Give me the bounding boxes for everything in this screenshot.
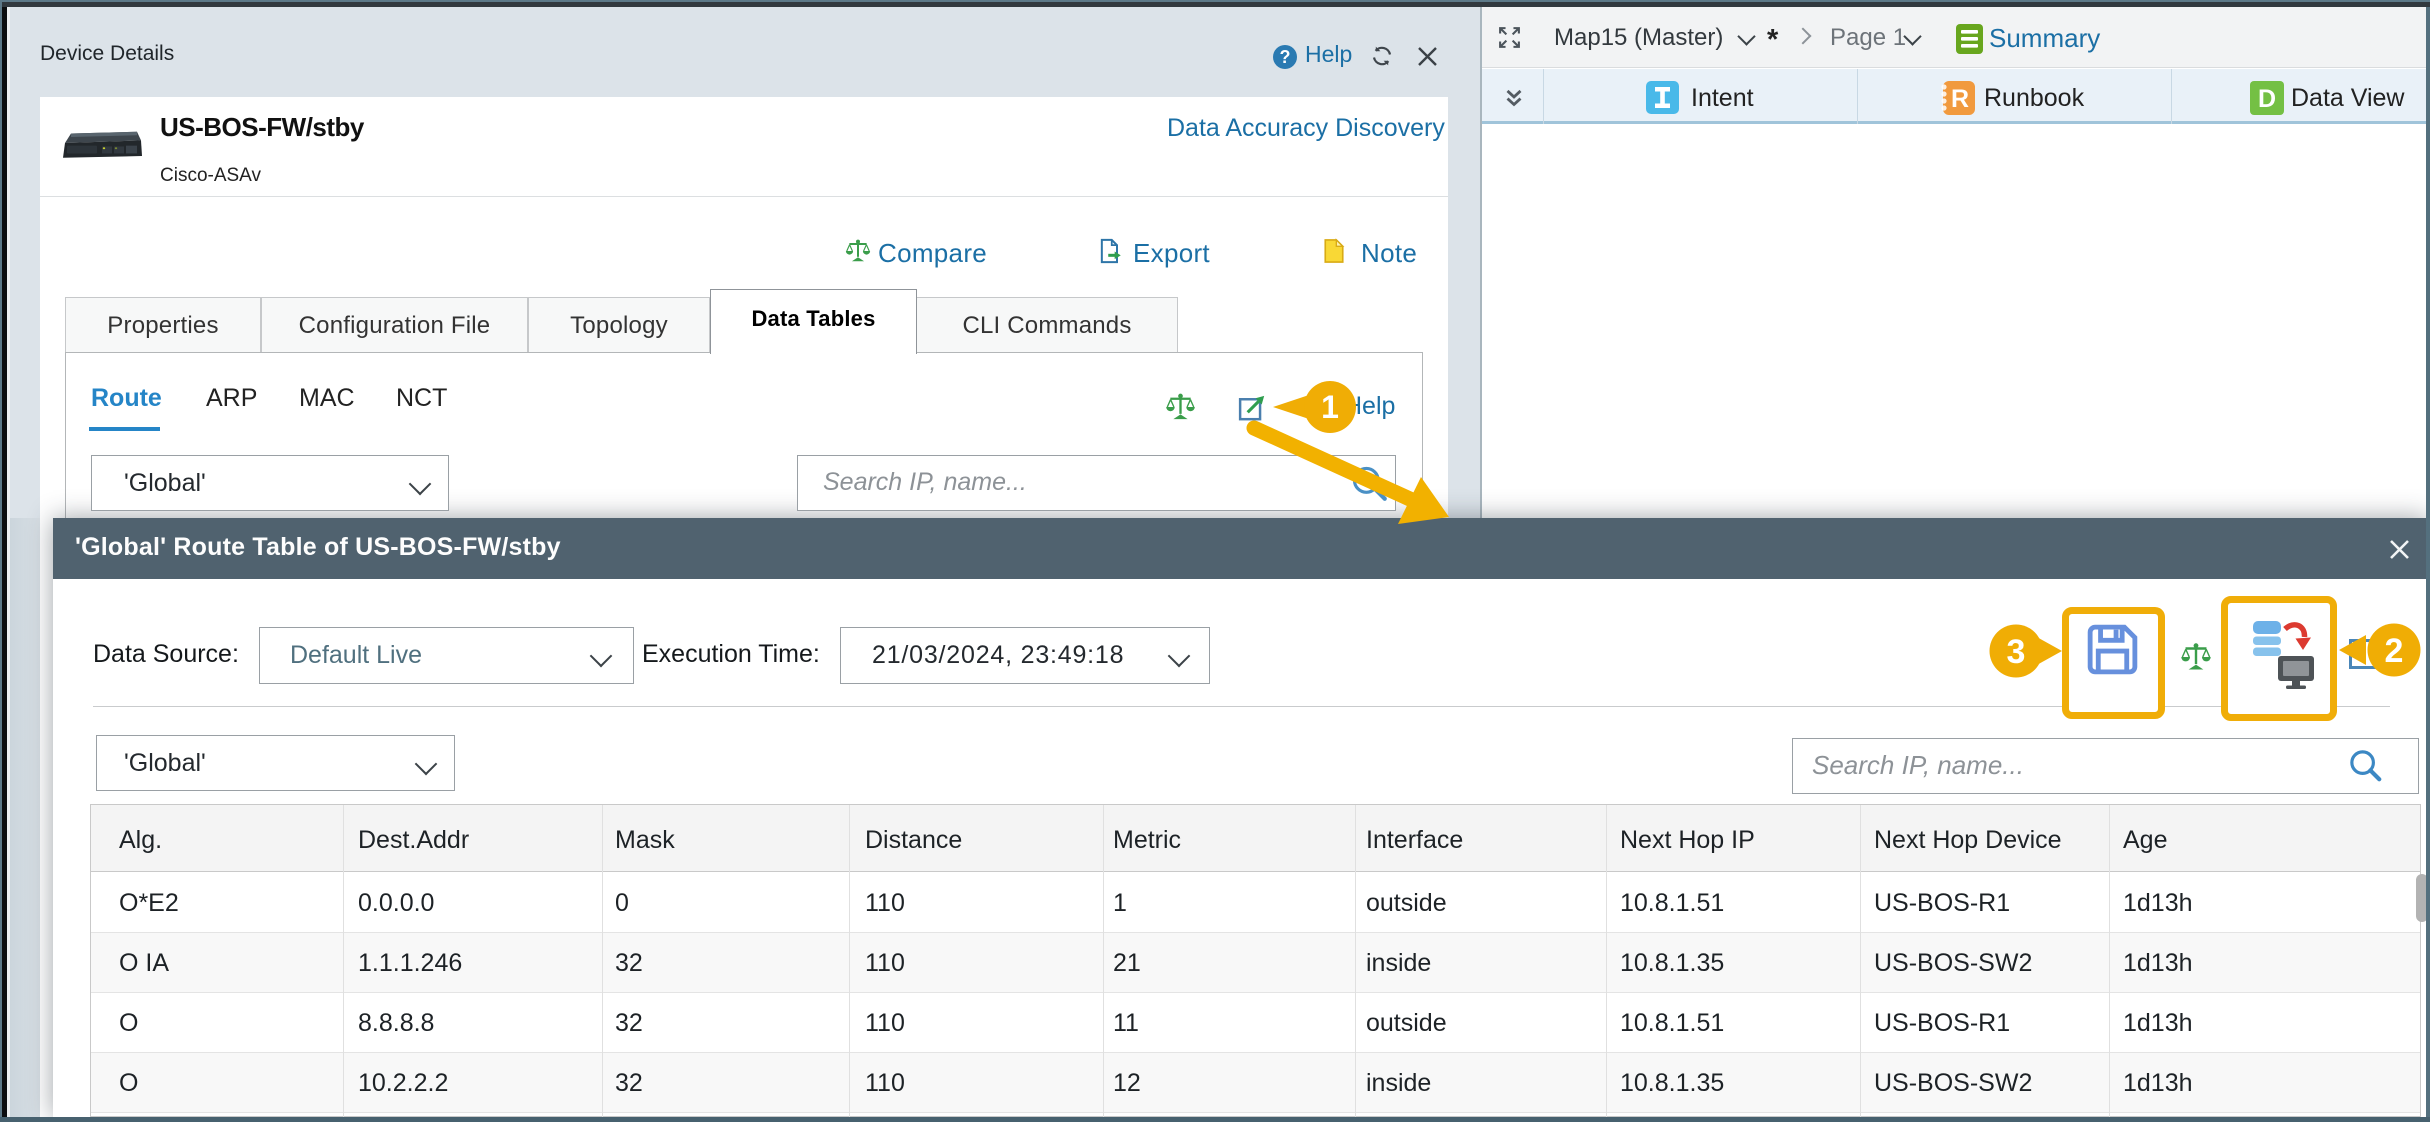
svg-text:2: 2 [2385,632,2404,670]
svg-text:R: R [1951,85,1969,113]
svg-text:1: 1 [1321,389,1339,425]
svg-text:D: D [2258,85,2276,113]
svg-text:3: 3 [2007,633,2026,671]
